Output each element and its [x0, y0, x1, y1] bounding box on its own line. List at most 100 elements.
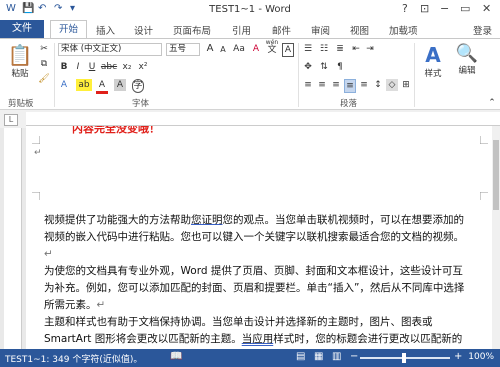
- editing-label: 编辑: [458, 66, 476, 76]
- paragraph-group-label: 段落: [340, 99, 358, 109]
- tab-references[interactable]: 引用: [232, 23, 251, 37]
- change-case-icon[interactable]: Aa: [231, 43, 247, 55]
- phonetic-guide-char: 文: [267, 45, 277, 55]
- minimize-button[interactable]: −: [440, 2, 449, 15]
- multilevel-list-icon[interactable]: ≣: [334, 43, 346, 55]
- collapse-ribbon-icon[interactable]: ⌃: [486, 97, 498, 109]
- shading-icon[interactable]: ◇: [386, 79, 398, 91]
- text-effects-icon[interactable]: A: [58, 79, 70, 91]
- crop-mark-top-right: [480, 136, 488, 144]
- show-marks-icon[interactable]: ¶: [334, 61, 346, 73]
- scrollbar-thumb[interactable]: [493, 140, 499, 210]
- zoom-level[interactable]: 100%: [468, 352, 494, 362]
- distributed-icon[interactable]: ≡: [358, 79, 370, 91]
- paragraph-1[interactable]: 视频提供了功能强大的方法帮助您证明您的观点。当您单击联机视频时，可以在想要添加的…: [44, 212, 472, 263]
- proofing-icon[interactable]: 📖: [170, 351, 182, 362]
- chinese-layout-icon[interactable]: ✥: [302, 61, 314, 73]
- paragraph-3-underlined: 当应用: [241, 333, 274, 345]
- tab-home[interactable]: 开始: [50, 20, 88, 39]
- web-layout-icon[interactable]: ▥: [332, 351, 341, 362]
- tab-view[interactable]: 视图: [350, 23, 369, 37]
- tab-selector[interactable]: L: [4, 114, 18, 126]
- ribbon-tabs: 文件 开始 插入 设计 页面布局 引用 邮件 审阅 视图 加载项 登录: [0, 20, 500, 39]
- sort-icon[interactable]: ⇅: [318, 61, 330, 73]
- document-body[interactable]: 视频提供了功能强大的方法帮助您证明您的观点。当您单击联机视频时，可以在想要添加的…: [44, 212, 472, 349]
- clipboard-icon: 📋: [7, 43, 33, 67]
- font-color-icon[interactable]: A: [96, 79, 108, 94]
- tab-review[interactable]: 审阅: [311, 23, 330, 37]
- tab-addins[interactable]: 加载项: [389, 23, 418, 37]
- font-name-select[interactable]: 宋体 (中文正文): [58, 43, 162, 56]
- numbering-icon[interactable]: ☷: [318, 43, 330, 55]
- horizontal-ruler[interactable]: [26, 112, 500, 126]
- superscript-icon[interactable]: x²: [136, 61, 150, 73]
- read-mode-icon[interactable]: ▤: [296, 351, 305, 362]
- find-icon: 🔍: [455, 43, 479, 64]
- enclose-characters-icon[interactable]: 字: [132, 79, 144, 93]
- zoom-out-button[interactable]: −: [350, 351, 358, 362]
- paste-label: 粘贴: [11, 69, 29, 79]
- paste-button[interactable]: 📋 粘贴: [6, 43, 34, 79]
- word-count[interactable]: TEST1~1: 349 个字符(近似值)。: [5, 352, 142, 365]
- borders-icon[interactable]: ⊞: [400, 79, 412, 91]
- paragraph-mark: ↵: [44, 248, 53, 260]
- group-divider: [298, 43, 299, 107]
- ribbon: 📋 粘贴 ✂ ⧉ 🖌 剪贴板 宋体 (中文正文) 五号 A A Aa A wén…: [0, 38, 500, 110]
- tab-design[interactable]: 设计: [134, 23, 153, 37]
- tab-insert[interactable]: 插入: [96, 23, 115, 37]
- paragraph-mark: ↵: [96, 299, 106, 311]
- zoom-slider-handle[interactable]: [402, 353, 406, 363]
- paragraph-3[interactable]: 主题和样式也有助于文档保持协调。当您单击设计并选择新的主题时，图片、图表或 Sm…: [44, 314, 472, 349]
- bold-icon[interactable]: B: [58, 61, 70, 73]
- paragraph-2[interactable]: 为使您的文档具有专业外观，Word 提供了页眉、页脚、封面和文本框设计，这些设计…: [44, 263, 472, 314]
- subscript-icon[interactable]: x₂: [120, 61, 134, 73]
- zoom-in-button[interactable]: +: [454, 351, 462, 362]
- tab-file[interactable]: 文件: [0, 20, 44, 38]
- close-button[interactable]: ✕: [482, 2, 491, 15]
- ribbon-options-icon[interactable]: ⊡: [420, 2, 429, 15]
- document-area: ↵ 内容完全没变哦！ 视频提供了功能强大的方法帮助您证明您的观点。当您单击联机视…: [26, 126, 500, 349]
- styles-icon: A: [425, 43, 441, 67]
- character-shading-icon[interactable]: A: [114, 79, 126, 91]
- cut-icon[interactable]: ✂: [38, 43, 50, 55]
- align-left-icon[interactable]: ≡: [302, 79, 314, 91]
- annotation-text: 内容完全没变哦！: [72, 126, 160, 135]
- help-button[interactable]: ?: [402, 2, 408, 15]
- print-layout-icon[interactable]: ▦: [314, 351, 323, 362]
- vertical-ruler[interactable]: [4, 128, 22, 349]
- clear-format-icon[interactable]: A: [250, 43, 262, 55]
- document-page[interactable]: ↵ 内容完全没变哦！ 视频提供了功能强大的方法帮助您证明您的观点。当您单击联机视…: [26, 126, 500, 349]
- decrease-indent-icon[interactable]: ⇤: [350, 43, 362, 55]
- paragraph-mark: ↵: [34, 148, 42, 158]
- phonetic-guide-icon[interactable]: wén 文: [264, 40, 280, 55]
- bullets-icon[interactable]: ☰: [302, 43, 314, 55]
- character-border-icon[interactable]: A: [282, 43, 294, 57]
- status-bar: TEST1~1: 349 个字符(近似值)。 📖 ▤ ▦ ▥ − + 100%: [0, 349, 500, 367]
- crop-mark-bottom-left: [32, 192, 40, 200]
- tab-mailings[interactable]: 邮件: [272, 23, 291, 37]
- increase-indent-icon[interactable]: ⇥: [364, 43, 376, 55]
- styles-label: 样式: [424, 69, 442, 79]
- highlight-icon[interactable]: ab: [76, 79, 92, 91]
- copy-icon[interactable]: ⧉: [38, 58, 50, 70]
- group-divider: [54, 43, 55, 107]
- line-spacing-icon[interactable]: ↕: [372, 79, 384, 91]
- align-right-icon[interactable]: ≡: [330, 79, 342, 91]
- justify-icon[interactable]: ≡: [344, 79, 356, 93]
- strikethrough-icon[interactable]: abc: [100, 61, 118, 73]
- login-link[interactable]: 登录: [473, 23, 492, 37]
- tab-layout[interactable]: 页面布局: [173, 23, 211, 37]
- underline-icon[interactable]: U: [86, 61, 98, 73]
- styles-button[interactable]: A 样式: [420, 43, 446, 79]
- editing-button[interactable]: 🔍 编辑: [452, 43, 482, 76]
- shrink-font-icon[interactable]: A: [217, 44, 229, 56]
- font-size-select[interactable]: 五号: [166, 43, 200, 56]
- paragraph-1-text: 视频提供了功能强大的方法帮助: [44, 214, 191, 226]
- grow-font-icon[interactable]: A: [204, 43, 216, 55]
- restore-button[interactable]: ▭: [460, 2, 470, 15]
- italic-icon[interactable]: I: [72, 61, 84, 73]
- format-painter-icon[interactable]: 🖌: [38, 73, 50, 85]
- group-divider: [414, 43, 415, 107]
- font-group-label: 字体: [132, 99, 150, 109]
- align-center-icon[interactable]: ≡: [316, 79, 328, 91]
